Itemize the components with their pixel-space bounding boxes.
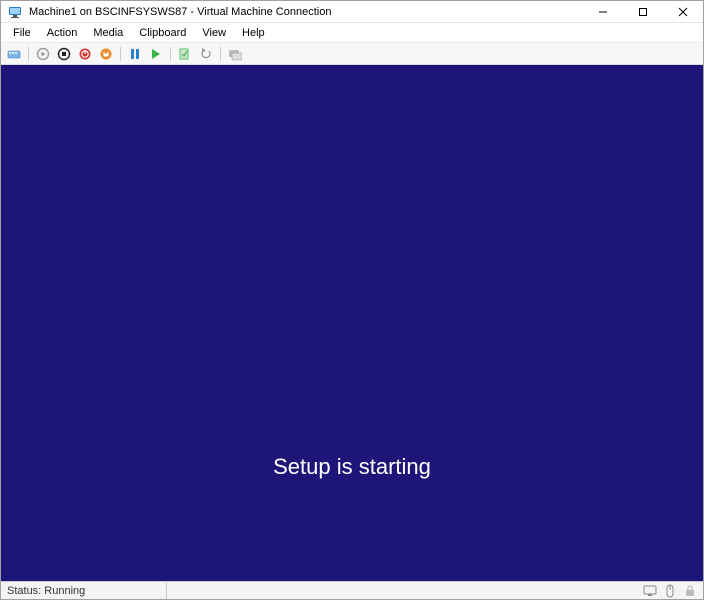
window-controls [583,1,703,22]
minimize-button[interactable] [583,1,623,22]
toolbar-separator [170,47,171,61]
ctrl-alt-del-button[interactable] [5,45,23,63]
maximize-button[interactable] [623,1,663,22]
toolbar-separator [28,47,29,61]
statusbar: Status: Running [1,581,703,599]
revert-button[interactable] [197,45,215,63]
toolbar-separator [120,47,121,61]
menu-clipboard[interactable]: Clipboard [131,25,194,41]
reset-button[interactable] [147,45,165,63]
mouse-status-icon [663,584,677,598]
status-icons [643,584,697,598]
pause-button[interactable] [126,45,144,63]
menu-action[interactable]: Action [39,25,86,41]
shutdown-button[interactable] [76,45,94,63]
lock-status-icon [683,584,697,598]
turn-off-button[interactable] [55,45,73,63]
save-button[interactable] [97,45,115,63]
close-button[interactable] [663,1,703,22]
start-button[interactable] [34,45,52,63]
vm-display[interactable]: Setup is starting [1,65,703,581]
menu-view[interactable]: View [194,25,234,41]
toolbar-separator [220,47,221,61]
menubar: File Action Media Clipboard View Help [1,23,703,43]
menu-file[interactable]: File [5,25,39,41]
menu-media[interactable]: Media [85,25,131,41]
setup-message: Setup is starting [273,454,431,480]
titlebar: Machine1 on BSCINFSYSWS87 - Virtual Mach… [1,1,703,23]
display-status-icon [643,584,657,598]
toolbar [1,43,703,65]
checkpoint-button[interactable] [176,45,194,63]
window-title: Machine1 on BSCINFSYSWS87 - Virtual Mach… [29,6,583,18]
enhanced-session-button[interactable] [226,45,244,63]
menu-help[interactable]: Help [234,25,273,41]
status-text: Status: Running [7,582,167,599]
app-icon [7,4,23,20]
